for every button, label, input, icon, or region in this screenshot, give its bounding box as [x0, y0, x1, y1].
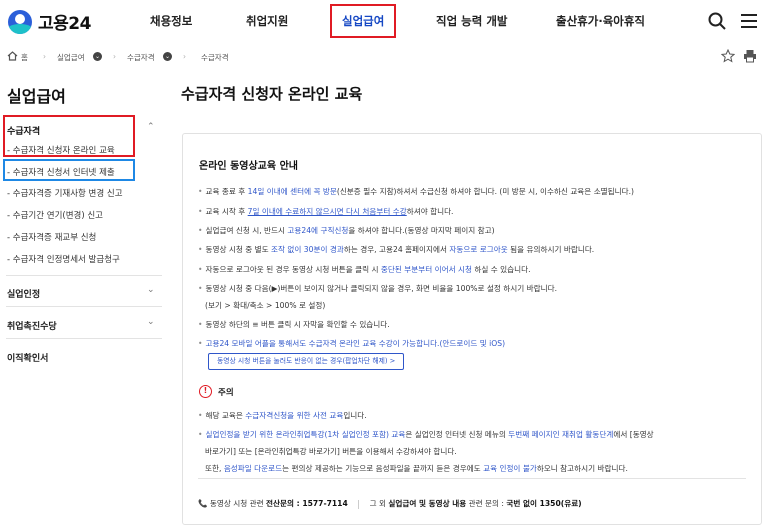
sidebar-divider [6, 275, 162, 276]
warning-line: • 실업인정을 받기 위한 온라인취업특강(1차 실업인정 포함) 교육은 실업인… [198, 430, 654, 439]
notice-line: • 고용24 모바일 어플을 통해서도 수급자격 온라인 교육 수강이 가능합니다… [198, 339, 506, 348]
notice-line: • 실업급여 신청 시, 반드시 고용24에 구직신청을 하셔야 합니다.(동영상… [198, 226, 495, 235]
chevron-up-icon[interactable]: ⌃ [147, 122, 155, 132]
star-icon[interactable] [721, 49, 735, 63]
search-icon[interactable] [707, 11, 727, 31]
logo-icon [8, 9, 32, 34]
warning-title: 주의 [218, 388, 234, 398]
sidebar-item-change-report[interactable]: - 수급자격증 기재사항 변경 신고 [7, 187, 123, 199]
contact-info: 📞 동영상 시청 관련 전산문의 : 1577-7114 그 외 실업급여 및 … [198, 499, 582, 509]
info-panel: 온라인 동영상교육 안내 • 교육 종료 후 14일 이내에 센터에 꼭 방문(신… [182, 133, 762, 525]
popup-help-button[interactable]: 동영상 시청 버튼을 눌러도 반응이 없는 경우(팝업차단 해제) > [208, 353, 405, 370]
highlight-box-red [3, 115, 135, 157]
phone-icon: 📞 [198, 499, 208, 508]
breadcrumb: 홈 › 실업급여 ⌄ › 수급자격 ⌄ › 수급자격 [0, 46, 773, 68]
sidebar-title: 실업급여 [7, 87, 66, 106]
notice-line: • 동영상 시청 중 다음(▶)버튼이 보이지 않거나 클릭되지 않을 경우, 화… [198, 284, 558, 293]
notice-line: • 동영상 하단의 ≡ 버튼 클릭 시 자막을 확인할 수 있습니다. [198, 320, 390, 329]
sidebar-section-separation-certificate[interactable]: 이직확인서 [7, 351, 48, 364]
sidebar-section-recognition[interactable]: 실업인정 [7, 287, 40, 300]
breadcrumb-level3[interactable]: 수급자격 [201, 52, 229, 63]
warning-line: • 해당 교육은 수급자격신청을 위한 사전 교육입니다. [198, 411, 367, 420]
sidebar-item-period-extension[interactable]: - 수급기간 연기(변경) 신고 [7, 209, 103, 221]
sidebar-divider [6, 306, 162, 307]
nav-item-vocational-training[interactable]: 직업 능력 개발 [436, 0, 508, 42]
panel-divider [198, 478, 746, 479]
breadcrumb-level2[interactable]: 수급자격 [127, 52, 155, 63]
home-icon[interactable] [7, 51, 18, 61]
nav-item-jobs[interactable]: 채용정보 [150, 0, 192, 42]
warning-line: 또한, 음성파일 다운로드는 편의상 제공하는 기능으로 음성파일을 끝까지 듣… [205, 464, 628, 473]
breadcrumb-expand-icon[interactable]: ⌄ [93, 52, 102, 61]
highlight-box-blue [3, 159, 135, 181]
breadcrumb-home[interactable]: 홈 [21, 52, 28, 63]
notice-line: (보기 > 확대/축소 > 100% 로 설정) [205, 301, 326, 310]
nav-item-parental-leave[interactable]: 출산휴가·육아휴직 [556, 0, 645, 42]
nav-item-unemployment-benefit[interactable]: 실업급여 [330, 4, 397, 38]
sidebar-item-statement-request[interactable]: - 수급자격 인정명세서 발급청구 [7, 253, 120, 265]
sidebar-divider [6, 338, 162, 339]
site-header: 고용24 채용정보 취업지원 실업급여 직업 능력 개발 출산휴가·육아휴직 [0, 0, 773, 42]
warning-line: 바로가기] 또는 [온라인취업특강 바로가기] 버튼을 이용해서 수강하셔야 합… [205, 447, 457, 456]
breadcrumb-expand-icon[interactable]: ⌄ [163, 52, 172, 61]
breadcrumb-separator: › [183, 52, 186, 61]
logo-text: 고용24 [38, 14, 91, 34]
panel-title: 온라인 동영상교육 안내 [199, 161, 298, 172]
breadcrumb-separator: › [113, 52, 116, 61]
warning-icon: ! [199, 385, 212, 398]
notice-line: • 동영상 시청 중 별도 조작 없이 30분이 경과하는 경우, 고용24 홈페… [198, 245, 595, 254]
menu-icon[interactable] [739, 11, 759, 31]
sidebar-section-promotion-allowance[interactable]: 취업촉진수당 [7, 319, 57, 332]
sidebar-item-reissue[interactable]: - 수급자격증 재교부 신청 [7, 231, 96, 243]
breadcrumb-separator: › [43, 52, 46, 61]
notice-line: • 자동으로 로그아웃 된 경우 동영상 시청 버튼을 클릭 시 중단된 부분부터… [198, 265, 531, 274]
page-title: 수급자격 신청자 온라인 교육 [181, 85, 363, 103]
chevron-down-icon[interactable]: ⌄ [147, 317, 155, 327]
nav-item-employment-support[interactable]: 취업지원 [246, 0, 288, 42]
print-icon[interactable] [743, 49, 757, 63]
logo[interactable]: 고용24 [8, 9, 91, 34]
chevron-down-icon[interactable]: ⌄ [147, 285, 155, 295]
notice-line: • 교육 시작 후 7일 이내에 수료하지 않으시면 다시 처음부터 수강하셔야 … [198, 207, 454, 216]
notice-line: • 교육 종료 후 14일 이내에 센터에 꼭 방문(신분증 필수 지참)하셔서 … [198, 187, 635, 196]
breadcrumb-level1[interactable]: 실업급여 [57, 52, 85, 63]
